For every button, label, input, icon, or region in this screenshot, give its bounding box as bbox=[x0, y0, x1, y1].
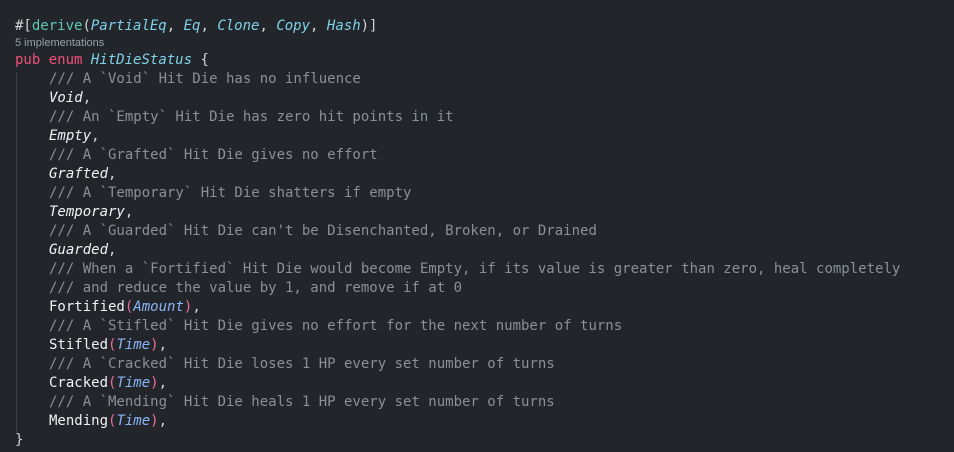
variant-guarded: Guarded, bbox=[49, 242, 117, 258]
trait-copy: Copy bbox=[276, 18, 311, 34]
trait-eq: Eq bbox=[183, 18, 201, 34]
doc-comment-mending: /// A `Mending` Hit Die heals 1 HP every… bbox=[49, 394, 555, 410]
param-time: Time bbox=[116, 375, 151, 391]
variant-void: Void, bbox=[49, 90, 92, 106]
doc-comment-fortified: /// When a `Fortified` Hit Die would bec… bbox=[49, 261, 901, 277]
doc-comment-guarded: /// A `Guarded` Hit Die can't be Disench… bbox=[49, 223, 597, 239]
doc-comment-stifled: /// A `Stifled` Hit Die gives no effort … bbox=[49, 318, 623, 334]
doc-comment-cracked: /// A `Cracked` Hit Die loses 1 HP every… bbox=[49, 356, 555, 372]
enum-name: HitDieStatus bbox=[90, 52, 193, 68]
variant-stifled: Stifled(Time), bbox=[49, 337, 168, 353]
trait-hash: Hash bbox=[326, 18, 361, 34]
variant-mending: Mending(Time), bbox=[49, 413, 168, 429]
implementations-codelens[interactable]: 5 implementations bbox=[15, 36, 104, 51]
doc-comment-grafted: /// A `Grafted` Hit Die gives no effort bbox=[49, 147, 378, 163]
doc-comment-void: /// A `Void` Hit Die has no influence bbox=[49, 71, 361, 87]
enum-keyword: enum bbox=[48, 52, 83, 68]
derive-keyword: derive bbox=[31, 18, 83, 34]
pub-keyword: pub bbox=[15, 52, 41, 68]
variant-temporary: Temporary, bbox=[49, 204, 134, 220]
variant-empty: Empty, bbox=[49, 128, 100, 144]
enum-closing-brace: } bbox=[15, 432, 24, 448]
derive-attribute-line: #[derive(PartialEq, Eq, Clone, Copy, Has… bbox=[15, 18, 378, 34]
code-editor[interactable]: #[derive(PartialEq, Eq, Clone, Copy, Has… bbox=[0, 0, 954, 452]
doc-comment-temporary: /// A `Temporary` Hit Die shatters if em… bbox=[49, 185, 412, 201]
trait-partialeq: PartialEq bbox=[90, 18, 167, 34]
param-time: Time bbox=[116, 413, 151, 429]
variant-fortified: Fortified(Amount), bbox=[49, 299, 201, 315]
param-amount: Amount bbox=[133, 299, 184, 315]
variant-grafted: Grafted, bbox=[49, 166, 117, 182]
enum-header-line: pub enum HitDieStatus { bbox=[15, 52, 209, 68]
doc-comment-fortified-2: /// and reduce the value by 1, and remov… bbox=[49, 280, 463, 296]
variant-cracked: Cracked(Time), bbox=[49, 375, 168, 391]
trait-clone: Clone bbox=[217, 18, 260, 34]
doc-comment-empty: /// An `Empty` Hit Die has zero hit poin… bbox=[49, 109, 454, 125]
param-time: Time bbox=[116, 337, 151, 353]
